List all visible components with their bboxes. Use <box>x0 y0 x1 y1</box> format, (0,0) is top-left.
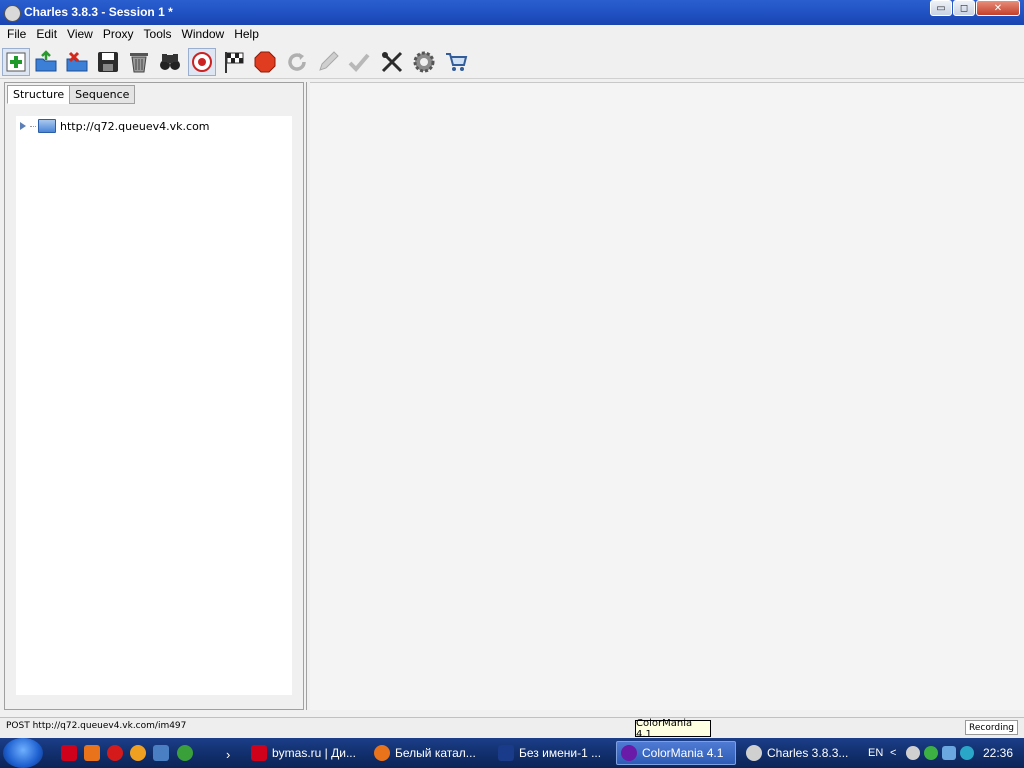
tools-icon <box>381 51 403 73</box>
task-label: Белый катал... <box>395 746 476 760</box>
repeat-button[interactable] <box>283 48 311 76</box>
host-tree[interactable]: http://q72.queuev4.vk.com <box>16 116 292 695</box>
task-photoshop[interactable]: Без имени-1 ... <box>494 741 612 765</box>
find-button[interactable] <box>156 48 184 76</box>
charles-app-icon[interactable] <box>4 5 21 22</box>
title-bar[interactable]: Charles 3.8.3 - Session 1 * ▭ ◻ ✕ <box>0 0 1024 25</box>
menu-file[interactable]: File <box>2 25 31 43</box>
cart-button[interactable] <box>442 48 470 76</box>
new-session-icon <box>6 52 26 72</box>
host-label: http://q72.queuev4.vk.com <box>60 119 210 133</box>
window-controls: ▭ ◻ ✕ <box>929 0 1020 17</box>
charles-tray-icon[interactable] <box>906 746 920 760</box>
detail-panel <box>310 82 1024 710</box>
checkered-flag-icon <box>225 52 244 73</box>
yandex-browser-icon[interactable] <box>61 745 77 761</box>
window-title: Charles 3.8.3 - Session 1 * <box>24 5 173 19</box>
menu-view[interactable]: View <box>62 25 98 43</box>
taskbar: › bymas.ru | Ди... Белый катал... Без им… <box>0 738 1024 768</box>
binoculars-icon <box>160 54 180 70</box>
menu-window[interactable]: Window <box>177 25 230 43</box>
task-charles[interactable]: Charles 3.8.3... <box>742 741 860 765</box>
pencil-icon <box>319 51 339 71</box>
record-icon <box>192 52 212 72</box>
task-yandex[interactable]: bymas.ru | Ди... <box>247 741 365 765</box>
expand-arrow-icon[interactable] <box>20 122 26 130</box>
checkmark-icon <box>348 53 370 72</box>
security-check-icon[interactable] <box>924 746 938 760</box>
cart-icon <box>446 53 468 71</box>
close-session-icon <box>66 51 88 72</box>
close-button[interactable]: ✕ <box>976 0 1020 16</box>
new-session-button[interactable] <box>2 48 30 76</box>
task-label: ColorMania 4.1 <box>642 746 724 760</box>
clock[interactable]: 22:36 <box>983 746 1013 760</box>
minimize-button[interactable]: ▭ <box>930 0 952 16</box>
start-button[interactable] <box>3 738 43 768</box>
task-colormania[interactable]: ColorMania 4.1 <box>616 741 736 765</box>
structure-panel: Structure Sequence http://q72.queuev4.vk… <box>4 82 304 710</box>
open-session-button[interactable] <box>32 48 60 76</box>
tree-node-host[interactable]: http://q72.queuev4.vk.com <box>20 119 210 133</box>
menu-help[interactable]: Help <box>229 25 264 43</box>
clear-session-icon <box>130 53 148 73</box>
photoshop-icon <box>498 745 514 761</box>
stop-breakpoints-button[interactable] <box>251 48 279 76</box>
refresh-icon <box>288 53 306 71</box>
tab-structure[interactable]: Structure <box>7 85 71 104</box>
view-tabs: Structure Sequence <box>7 85 136 104</box>
firefox-icon[interactable] <box>84 745 100 761</box>
quick-launch-chevron-icon[interactable]: › <box>226 747 230 762</box>
task-label: Без имени-1 ... <box>519 746 602 760</box>
task-label: Charles 3.8.3... <box>767 746 849 760</box>
xbox-icon[interactable] <box>177 745 193 761</box>
charles-icon <box>746 745 762 761</box>
tooltip: ColorMania 4.1 <box>635 718 711 740</box>
start-throttling-button[interactable] <box>220 48 248 76</box>
tab-sequence[interactable]: Sequence <box>69 85 136 104</box>
settings-button[interactable] <box>410 48 438 76</box>
colormania-icon <box>621 745 637 761</box>
network-icon[interactable] <box>942 746 956 760</box>
chrome-icon[interactable] <box>130 745 146 761</box>
firefox-icon <box>374 745 390 761</box>
desktop-icon[interactable] <box>153 745 169 761</box>
clear-session-button[interactable] <box>125 48 153 76</box>
recording-indicator[interactable]: Recording <box>965 720 1018 735</box>
task-firefox[interactable]: Белый катал... <box>370 741 488 765</box>
save-session-button[interactable] <box>94 48 122 76</box>
gear-icon <box>413 51 435 73</box>
tools-button[interactable] <box>378 48 406 76</box>
status-bar: POST http://q72.queuev4.vk.com/im497 Rec… <box>0 717 1024 738</box>
update-tray-icon[interactable] <box>960 746 974 760</box>
task-label: bymas.ru | Ди... <box>272 746 356 760</box>
menu-bar: File Edit View Proxy Tools Window Help <box>0 25 1024 43</box>
stop-sign-icon <box>254 51 276 73</box>
close-session-button[interactable] <box>63 48 91 76</box>
tree-connector <box>30 125 36 127</box>
toolbar <box>0 44 1024 79</box>
start-recording-button[interactable] <box>188 48 216 76</box>
open-session-icon <box>35 50 57 72</box>
opera-icon[interactable] <box>107 745 123 761</box>
folder-icon <box>38 119 56 133</box>
save-session-icon <box>98 52 118 72</box>
edit-button[interactable] <box>314 48 342 76</box>
tray-chevron-icon[interactable]: < <box>890 747 896 759</box>
menu-proxy[interactable]: Proxy <box>98 25 139 43</box>
yandex-browser-icon <box>251 745 267 761</box>
validate-button[interactable] <box>345 48 373 76</box>
status-text: POST http://q72.queuev4.vk.com/im497 <box>6 721 187 731</box>
language-indicator[interactable]: EN <box>868 747 883 759</box>
menu-edit[interactable]: Edit <box>31 25 62 43</box>
restore-button[interactable]: ◻ <box>953 0 975 16</box>
menu-tools[interactable]: Tools <box>139 25 177 43</box>
